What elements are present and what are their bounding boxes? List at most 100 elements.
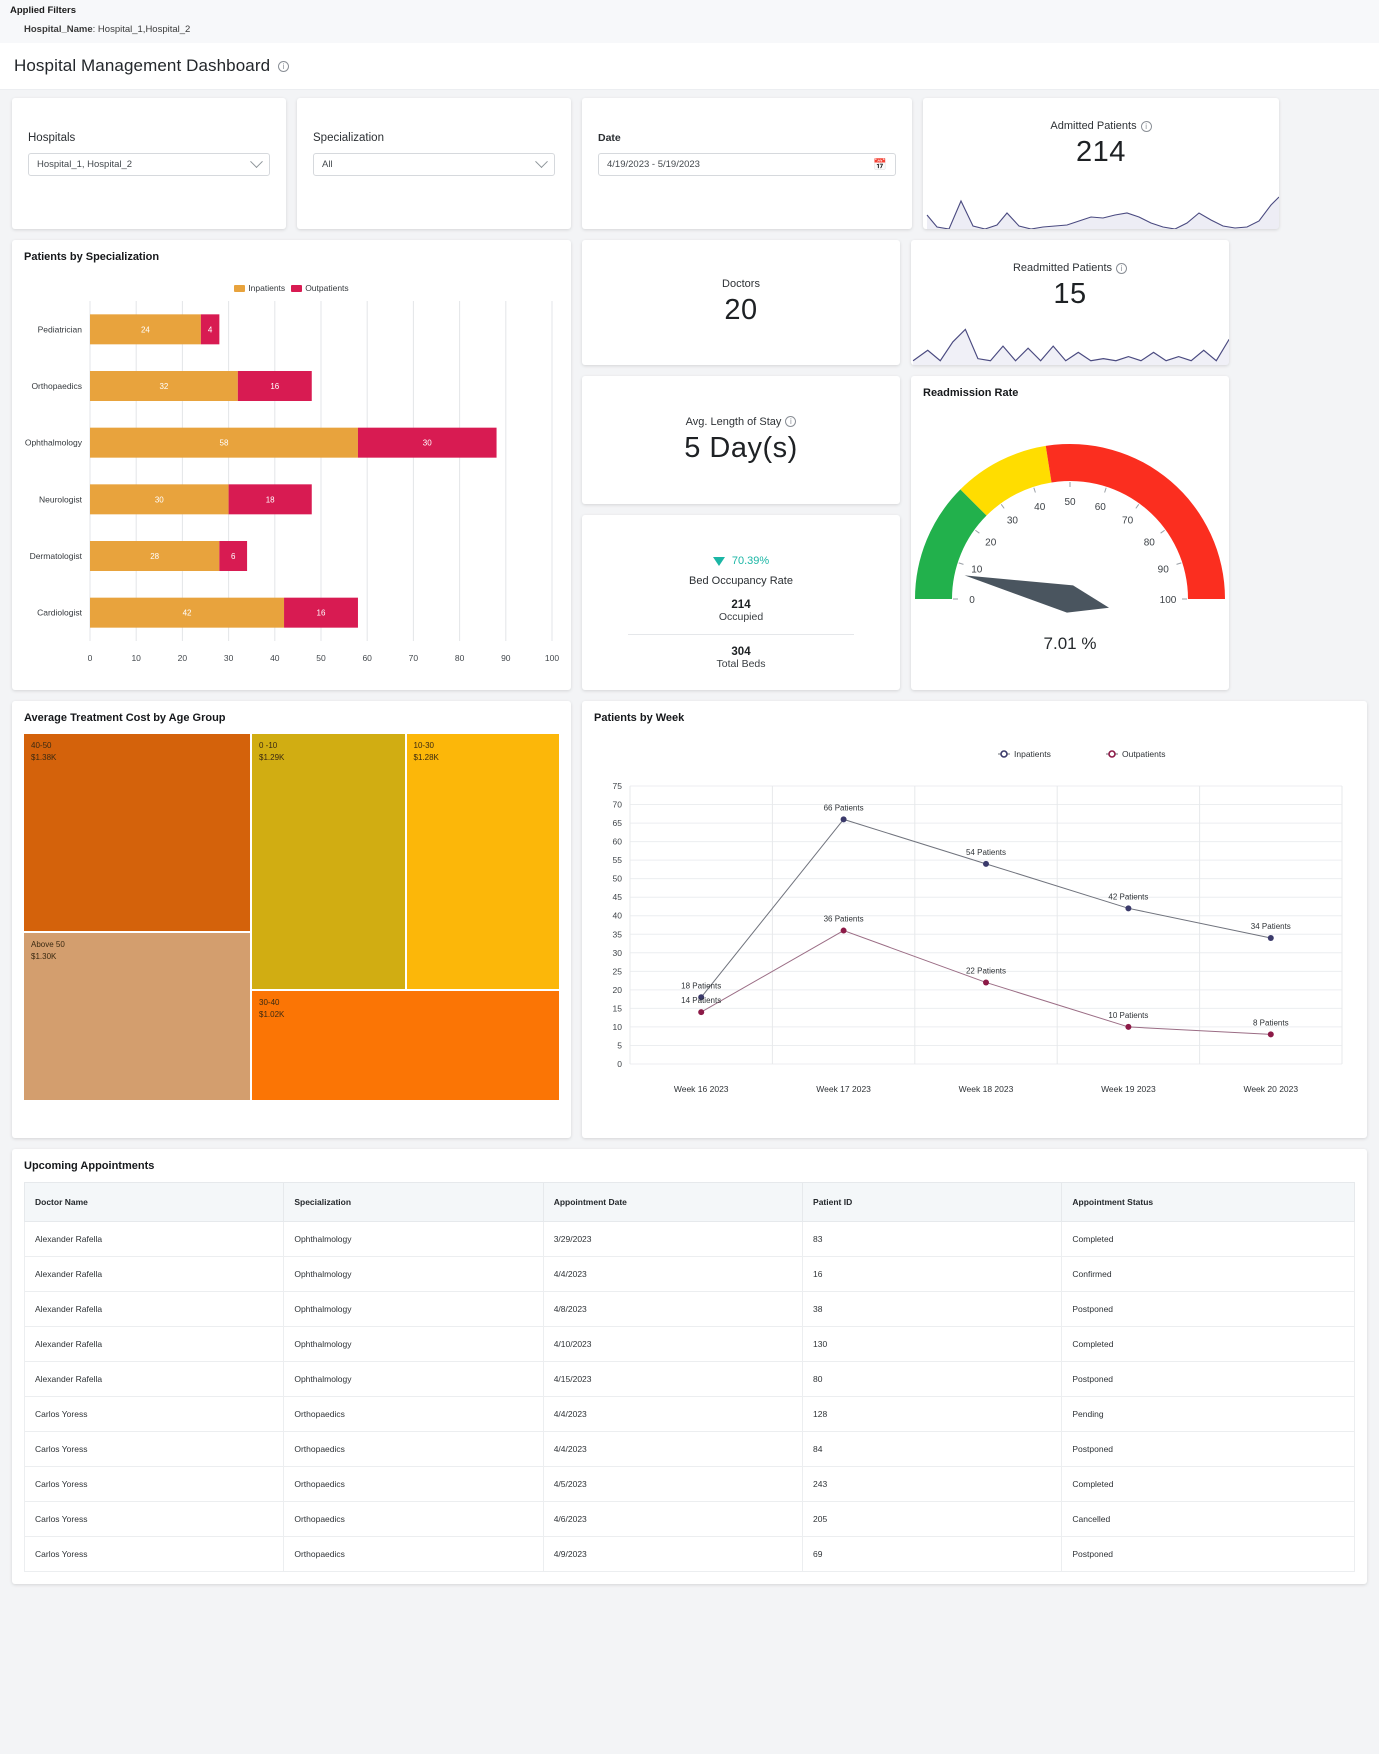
table-cell: 128: [802, 1396, 1063, 1432]
table-row[interactable]: Carlos Yoress Orthopaedics 4/9/2023 69 Postp…: [23, 1536, 1355, 1572]
table-row[interactable]: Alexander Rafella Ophthalmology 4/10/2023 1…: [23, 1326, 1355, 1362]
treemap-cell-value: $1.29K: [259, 753, 285, 762]
treemap-cell[interactable]: Above 50 $1.30K: [24, 932, 250, 1100]
readmitted-patients-value: 15: [1053, 278, 1087, 310]
avg-length-of-stay-value: 5 Day(s): [684, 431, 798, 464]
svg-text:100: 100: [1160, 595, 1177, 606]
info-icon[interactable]: i: [785, 416, 797, 427]
svg-text:90: 90: [501, 653, 511, 663]
table-cell: Orthopaedics: [283, 1536, 544, 1572]
svg-text:Cardiologist: Cardiologist: [37, 608, 83, 618]
svg-text:0: 0: [88, 653, 93, 663]
svg-text:80: 80: [455, 653, 465, 663]
table-cell: Ophthalmology: [283, 1221, 544, 1257]
legend-item-inpatients[interactable]: Inpatients: [234, 283, 285, 293]
table-header-row: Doctor Name Specialization Appointment Dat…: [23, 1182, 1355, 1222]
table-cell: 4/8/2023: [542, 1291, 804, 1327]
table-cell: 205: [802, 1501, 1063, 1537]
table-row[interactable]: Alexander Rafella Ophthalmology 3/29/2023 8…: [23, 1221, 1355, 1257]
table-row[interactable]: Carlos Yoress Orthopaedics 4/5/2023 243 Comp…: [23, 1466, 1355, 1502]
legend-swatch-inpatients: [234, 284, 246, 292]
status-badge: Cancelled: [1061, 1501, 1355, 1537]
admitted-patients-label: Admitted Patients i: [1050, 120, 1152, 132]
chevron-down-icon[interactable]: [535, 155, 548, 169]
table-cell: 130: [802, 1326, 1063, 1362]
bed-occupancy-percent: 70.39%: [731, 555, 770, 567]
table-cell: 4/5/2023: [542, 1466, 804, 1502]
svg-text:60: 60: [362, 653, 372, 663]
table-header-appointment-status[interactable]: Appointment Status: [1061, 1182, 1355, 1222]
treemap-cell[interactable]: 30-40 $1.02K: [252, 990, 559, 1100]
table-row[interactable]: Alexander Rafella Ophthalmology 4/15/2023 8…: [23, 1361, 1355, 1397]
admitted-patients-sparkline: [926, 196, 1279, 229]
table-cell: 243: [802, 1466, 1063, 1502]
table-row[interactable]: Alexander Rafella Ophthalmology 4/4/2023 16…: [23, 1256, 1355, 1292]
table-cell: Alexander Rafella: [23, 1361, 285, 1397]
treemap-cell[interactable]: 40-50 $1.38K: [24, 734, 250, 931]
hospitals-select-value: Hospital_1, Hospital_2: [37, 159, 133, 170]
table-header-specialization[interactable]: Specialization: [283, 1182, 544, 1222]
status-badge: Pending: [1061, 1396, 1355, 1432]
table-row[interactable]: Carlos Yoress Orthopaedics 4/4/2023 84 Postp…: [23, 1431, 1355, 1467]
table-row[interactable]: Alexander Rafella Ophthalmology 4/8/2023 38…: [23, 1291, 1355, 1327]
table-header-patient-id[interactable]: Patient ID: [802, 1182, 1063, 1222]
table-header-doctor-name[interactable]: Doctor Name: [23, 1182, 285, 1222]
svg-text:22 Patients: 22 Patients: [966, 966, 1006, 975]
svg-text:65: 65: [613, 818, 623, 828]
svg-text:Dermatologist: Dermatologist: [30, 551, 83, 561]
table-cell: 4/9/2023: [542, 1536, 804, 1572]
chevron-down-icon[interactable]: [250, 155, 263, 169]
legend-item-outpatients[interactable]: Outpatients: [291, 283, 349, 293]
table-row[interactable]: Carlos Yoress Orthopaedics 4/4/2023 128 Pend…: [23, 1396, 1355, 1432]
table-cell: 4/6/2023: [542, 1501, 804, 1537]
svg-text:40: 40: [613, 911, 623, 921]
info-icon[interactable]: i: [1116, 262, 1128, 274]
divider: [628, 634, 854, 635]
info-icon[interactable]: i: [278, 60, 290, 72]
table-cell: Alexander Rafella: [23, 1291, 285, 1327]
table-row[interactable]: Carlos Yoress Orthopaedics 4/6/2023 205 Canc…: [23, 1501, 1355, 1537]
patients-by-week-chart: 0 5 10 15 20 25 30 35 40 45 50 55 60 65 70 75 Week 16 20…: [613, 749, 1343, 1094]
svg-text:20: 20: [985, 537, 997, 548]
trend-down-icon: [712, 556, 725, 566]
svg-text:36 Patients: 36 Patients: [824, 915, 864, 924]
secondary-charts-row: Average Treatment Cost by Age Group 40-5…: [12, 701, 1367, 1138]
svg-text:Orthopaedics: Orthopaedics: [31, 381, 82, 391]
treemap-column-right: 0 -10 $1.29K 10-30 $1.28K 30-40 $1.02K: [252, 734, 559, 1100]
treemap-cell[interactable]: 0 -10 $1.29K: [252, 734, 405, 989]
dashboard-grid: Hospitals Hospital_1, Hospital_2 Special…: [0, 90, 1379, 1607]
specialization-select[interactable]: All: [313, 153, 555, 176]
hospitals-select[interactable]: Hospital_1, Hospital_2: [28, 153, 270, 176]
bed-occupied-value: 214: [731, 599, 751, 611]
main-charts-row: Patients by Specialization Inpatients Ou…: [12, 240, 1367, 690]
svg-text:Inpatients: Inpatients: [1014, 749, 1051, 759]
svg-text:30: 30: [423, 439, 432, 448]
svg-text:20: 20: [178, 653, 188, 663]
table-header-appointment-date[interactable]: Appointment Date: [542, 1182, 804, 1222]
svg-text:35: 35: [613, 929, 623, 939]
svg-text:60: 60: [613, 837, 623, 847]
treemap-cell[interactable]: 10-30 $1.28K: [406, 734, 559, 989]
info-icon[interactable]: i: [1140, 120, 1152, 132]
legend-swatch-outpatients: [291, 284, 303, 292]
appointments-row: Upcoming Appointments Doctor Name Special…: [12, 1149, 1367, 1584]
svg-text:10: 10: [971, 565, 983, 576]
status-badge: Postponed: [1061, 1361, 1355, 1397]
calendar-icon[interactable]: 📅: [873, 158, 887, 171]
admitted-patients-card: Admitted Patients i 214: [923, 98, 1279, 229]
specialization-legend: Inpatients Outpatients: [12, 283, 571, 293]
bed-total-value: 304: [731, 646, 751, 658]
date-range-input[interactable]: 4/19/2023 - 5/19/2023 📅: [598, 153, 896, 176]
svg-text:16: 16: [270, 382, 279, 391]
legend-label-outpatients: Outpatients: [305, 283, 349, 293]
svg-text:75: 75: [613, 781, 623, 791]
bed-occupancy-label: Bed Occupancy Rate: [689, 575, 793, 587]
table-cell: Orthopaedics: [283, 1431, 544, 1467]
svg-text:70: 70: [1122, 516, 1134, 527]
svg-text:0: 0: [969, 595, 975, 606]
svg-text:70: 70: [613, 800, 623, 810]
treemap-cell-value: $1.02K: [259, 1009, 285, 1019]
svg-text:5: 5: [617, 1040, 622, 1050]
avg-length-of-stay-card: Avg. Length of Stay i 5 Day(s): [582, 376, 900, 504]
table-cell: 4/15/2023: [542, 1361, 804, 1397]
